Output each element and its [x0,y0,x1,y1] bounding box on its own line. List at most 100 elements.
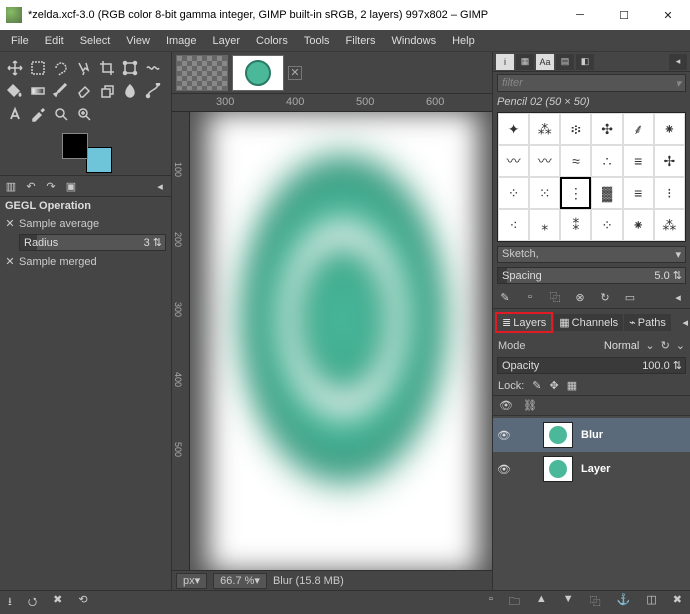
doc-history-tab[interactable]: ▤ [556,54,574,70]
save-icon[interactable]: ⭳ [8,593,12,612]
delete-layer-icon[interactable]: ✖ [673,593,682,612]
window-title: *zelda.xcf-3.0 (RGB color 8-bit gamma in… [28,9,558,21]
image-thumb-2[interactable] [232,55,284,91]
new-brush-icon[interactable]: ▫ [522,289,538,305]
brush-filter-input[interactable]: filter▾ [497,74,686,92]
images-tab[interactable]: ▣ [63,178,79,194]
reset-icon[interactable]: ⟲ [78,593,87,612]
color-picker-tool[interactable] [26,102,49,125]
gradient-tool[interactable] [26,79,49,102]
dock-menu-icon[interactable]: ◂ [682,316,688,329]
ruler-horizontal[interactable]: 300 400 500 600 [172,94,492,112]
menu-select[interactable]: Select [73,33,118,49]
open-as-image-icon[interactable]: ▭ [622,289,638,305]
gradients-tab[interactable]: ◧ [576,54,594,70]
edit-brush-icon[interactable]: ✎ [497,289,513,305]
visibility-toggle[interactable]: 👁 [497,429,513,442]
layer-row[interactable]: 👁 Blur [493,418,690,452]
dock-menu-icon[interactable]: ◂ [152,178,168,194]
crop-tool[interactable] [95,56,118,79]
undo-history-tab[interactable]: ↷ [43,178,59,194]
brushes-tab[interactable]: i [496,54,514,70]
layer-name[interactable]: Blur [581,429,603,441]
close-button[interactable]: ✕ [646,0,690,30]
radius-slider[interactable]: Radius 3 ⇅ [19,234,166,251]
fonts-tab[interactable]: Aa [536,54,554,70]
layer-list[interactable]: 👁 Blur 👁 Layer [493,416,690,590]
transform-tool[interactable] [118,56,141,79]
chevron-down-icon[interactable]: ⌄ [676,339,685,352]
clone-tool[interactable] [95,79,118,102]
raise-layer-icon[interactable]: ▲ [536,593,547,612]
smudge-tool[interactable] [118,79,141,102]
menu-file[interactable]: File [4,33,36,49]
sample-merged-close[interactable]: ✕ [5,255,15,268]
zoom-tool[interactable] [72,102,95,125]
mask-icon[interactable]: ◫ [646,593,656,612]
maximize-button[interactable]: ☐ [602,0,646,30]
menu-view[interactable]: View [119,33,157,49]
device-status-tab[interactable]: ↶ [23,178,39,194]
visibility-toggle[interactable]: 👁 [497,463,513,476]
unit-selector[interactable]: px ▾ [176,573,207,589]
tool-options-tab[interactable]: ▥ [3,178,19,194]
brush-tag-input[interactable]: Sketch,▾ [497,246,686,263]
layer-group-icon[interactable]: 🗀 [509,593,520,612]
measure-tool[interactable] [49,102,72,125]
warp-tool[interactable] [141,56,164,79]
layer-name[interactable]: Layer [581,463,610,475]
tab-paths[interactable]: ⌁Paths [624,314,671,331]
brush-grid[interactable]: ✦⁂፨✣⸙⁕ 〰〰≈∴≡✢ ⁘⁙⋮▓≡⁝ ⁖⁎⁑⁘⁕⁂ [497,112,686,242]
tab-layers[interactable]: ≣Layers [495,312,553,333]
sample-average-close[interactable]: ✕ [5,217,15,230]
move-tool[interactable] [3,56,26,79]
lock-alpha-icon[interactable]: ▦ [567,379,577,392]
menu-tools[interactable]: Tools [297,33,337,49]
free-select-tool[interactable] [49,56,72,79]
menu-edit[interactable]: Edit [38,33,71,49]
merge-down-icon[interactable]: ⚓ [617,593,631,612]
menu-filters[interactable]: Filters [339,33,383,49]
delete-icon[interactable]: ✖ [53,593,62,612]
minimize-button[interactable]: ─ [558,0,602,30]
menu-colors[interactable]: Colors [249,33,295,49]
duplicate-brush-icon[interactable]: ⿻ [547,289,563,305]
restore-icon[interactable]: ⭯ [28,593,37,612]
delete-brush-icon[interactable]: ⊗ [572,289,588,305]
menu-layer[interactable]: Layer [206,33,248,49]
refresh-brush-icon[interactable]: ↻ [597,289,613,305]
lock-position-icon[interactable]: ✥ [550,379,559,392]
chevron-down-icon[interactable]: ⌄ [645,339,654,352]
mode-selector[interactable]: Normal [532,340,640,352]
tab-channels[interactable]: ▦Channels [554,314,623,331]
dock-menu-icon[interactable]: ◂ [669,54,687,70]
fg-color-swatch[interactable] [62,133,88,159]
zoom-selector[interactable]: 66.7 %▾ [213,573,267,589]
lower-layer-icon[interactable]: ▼ [563,593,574,612]
eraser-tool[interactable] [72,79,95,102]
new-layer-icon[interactable]: ▫ [489,593,493,612]
fuzzy-select-tool[interactable] [72,56,95,79]
spacing-slider[interactable]: Spacing 5.0 ⇅ [497,267,686,284]
path-tool[interactable] [141,79,164,102]
image-close-icon[interactable]: ✕ [288,66,302,80]
paintbrush-tool[interactable] [49,79,72,102]
switch-icon[interactable]: ↻ [661,339,670,352]
duplicate-layer-icon[interactable]: ⿻ [590,593,601,612]
menu-help[interactable]: Help [445,33,482,49]
dock-menu-icon[interactable]: ◂ [670,289,686,305]
color-swatches[interactable] [62,133,112,173]
patterns-tab[interactable]: ▦ [516,54,534,70]
bucket-fill-tool[interactable] [3,79,26,102]
bg-color-swatch[interactable] [86,147,112,173]
layer-row[interactable]: 👁 Layer [493,452,690,486]
rect-select-tool[interactable] [26,56,49,79]
lock-pixels-icon[interactable]: ✎ [532,379,541,392]
canvas[interactable] [190,112,492,570]
ruler-vertical[interactable]: 100 200 300 400 500 [172,112,190,570]
image-thumb-1[interactable] [176,55,228,91]
text-tool[interactable] [3,102,26,125]
opacity-slider[interactable]: Opacity 100.0 ⇅ [497,357,686,374]
menu-image[interactable]: Image [159,33,204,49]
menu-windows[interactable]: Windows [384,33,443,49]
